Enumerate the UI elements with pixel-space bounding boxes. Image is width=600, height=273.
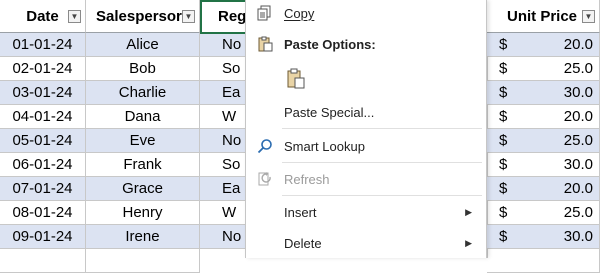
menu-separator bbox=[282, 162, 482, 163]
cell-salesperson[interactable]: Irene bbox=[86, 225, 200, 249]
cell-date[interactable]: 03-01-24 bbox=[0, 81, 86, 105]
cell-salesperson[interactable]: Grace bbox=[86, 177, 200, 201]
cell-salesperson[interactable]: Charlie bbox=[86, 81, 200, 105]
header-date-label: Date bbox=[26, 7, 59, 25]
currency-symbol: $ bbox=[499, 36, 508, 53]
menu-item-delete-label: Delete bbox=[284, 235, 322, 251]
cell-unit-price[interactable]: $20.0 bbox=[487, 33, 600, 57]
currency-symbol: $ bbox=[499, 132, 508, 149]
refresh-icon bbox=[256, 170, 274, 188]
cell-unit-price[interactable]: $20.0 bbox=[487, 177, 600, 201]
cell-unit-price[interactable]: $30.0 bbox=[487, 153, 600, 177]
copy-icon bbox=[256, 4, 274, 22]
currency-symbol: $ bbox=[499, 108, 508, 125]
menu-item-smart-lookup[interactable]: Smart Lookup bbox=[246, 133, 486, 159]
menu-separator bbox=[282, 195, 482, 196]
header-unit-price[interactable]: Unit Price ▼ bbox=[487, 0, 600, 33]
filter-dropdown-icon[interactable]: ▼ bbox=[582, 10, 595, 23]
paste-option-button[interactable] bbox=[246, 62, 486, 96]
cell-salesperson[interactable]: Dana bbox=[86, 105, 200, 129]
price-value: 30.0 bbox=[563, 228, 593, 245]
price-value: 20.0 bbox=[563, 180, 593, 197]
currency-symbol: $ bbox=[499, 204, 508, 221]
currency-symbol: $ bbox=[499, 180, 508, 197]
cell-date[interactable]: 01-01-24 bbox=[0, 33, 86, 57]
menu-section-paste-options: Paste Options: bbox=[246, 31, 486, 57]
cell-salesperson[interactable]: Bob bbox=[86, 57, 200, 81]
price-value: 25.0 bbox=[563, 204, 593, 221]
paste-clipboard-icon bbox=[284, 67, 308, 91]
cell-unit-price[interactable]: $20.0 bbox=[487, 105, 600, 129]
cell-date[interactable]: 08-01-24 bbox=[0, 201, 86, 225]
cell-salesperson[interactable]: Henry bbox=[86, 201, 200, 225]
menu-item-copy[interactable]: Copy bbox=[246, 0, 486, 26]
search-icon bbox=[256, 137, 274, 155]
empty-cell[interactable] bbox=[86, 249, 200, 273]
submenu-arrow-icon: ▶ bbox=[465, 206, 472, 217]
cell-unit-price[interactable]: $30.0 bbox=[487, 81, 600, 105]
paste-icon bbox=[256, 35, 274, 53]
header-region-label: Reg bbox=[218, 7, 247, 25]
cell-salesperson[interactable]: Alice bbox=[86, 33, 200, 57]
menu-item-copy-label: Copy bbox=[284, 5, 315, 21]
cell-unit-price[interactable]: $25.0 bbox=[487, 201, 600, 225]
cell-unit-price[interactable]: $30.0 bbox=[487, 225, 600, 249]
menu-item-insert[interactable]: Insert ▶ bbox=[246, 199, 486, 225]
currency-symbol: $ bbox=[499, 156, 508, 173]
price-value: 25.0 bbox=[563, 60, 593, 77]
cell-date[interactable]: 02-01-24 bbox=[0, 57, 86, 81]
header-salesperson[interactable]: Salespersor ▼ bbox=[86, 0, 200, 33]
price-value: 25.0 bbox=[563, 132, 593, 149]
cell-unit-price[interactable]: $25.0 bbox=[487, 129, 600, 153]
currency-symbol: $ bbox=[499, 228, 508, 245]
currency-symbol: $ bbox=[499, 60, 508, 77]
currency-symbol: $ bbox=[499, 84, 508, 101]
cell-unit-price[interactable]: $25.0 bbox=[487, 57, 600, 81]
menu-item-delete[interactable]: Delete ▶ bbox=[246, 230, 486, 256]
paste-options-label: Paste Options: bbox=[284, 36, 376, 52]
menu-separator bbox=[282, 128, 482, 129]
filter-dropdown-icon[interactable]: ▼ bbox=[68, 10, 81, 23]
column-salesperson: Salespersor ▼ Alice Bob Charlie Dana Eve Fran… bbox=[86, 0, 200, 273]
column-date: Date ▼ 01-01-24 02-01-24 03-01-24 04-01-24 0… bbox=[0, 0, 86, 273]
menu-item-refresh-label: Refresh bbox=[284, 171, 330, 187]
context-menu: Copy Paste Options: Paste Special... Sma… bbox=[245, 0, 487, 258]
cell-date[interactable]: 04-01-24 bbox=[0, 105, 86, 129]
price-value: 30.0 bbox=[563, 156, 593, 173]
menu-item-refresh: Refresh bbox=[246, 166, 486, 192]
header-date[interactable]: Date ▼ bbox=[0, 0, 86, 33]
cell-date[interactable]: 05-01-24 bbox=[0, 129, 86, 153]
cell-date[interactable]: 07-01-24 bbox=[0, 177, 86, 201]
cell-date[interactable]: 09-01-24 bbox=[0, 225, 86, 249]
column-unit-price: Unit Price ▼ $20.0 $25.0 $30.0 $20.0 $25.0 $3… bbox=[487, 0, 600, 273]
cell-salesperson[interactable]: Frank bbox=[86, 153, 200, 177]
empty-cell[interactable] bbox=[487, 249, 600, 273]
header-salesperson-label: Salespersor bbox=[96, 7, 182, 25]
menu-item-insert-label: Insert bbox=[284, 204, 317, 220]
cell-date[interactable]: 06-01-24 bbox=[0, 153, 86, 177]
submenu-arrow-icon: ▶ bbox=[465, 237, 472, 248]
menu-item-paste-special-label: Paste Special... bbox=[284, 104, 375, 120]
header-unit-price-label: Unit Price bbox=[507, 7, 578, 25]
price-value: 30.0 bbox=[563, 84, 593, 101]
price-value: 20.0 bbox=[563, 36, 593, 53]
cell-salesperson[interactable]: Eve bbox=[86, 129, 200, 153]
menu-item-paste-special[interactable]: Paste Special... bbox=[246, 99, 486, 125]
menu-item-smart-lookup-label: Smart Lookup bbox=[284, 138, 365, 154]
empty-cell[interactable] bbox=[0, 249, 86, 273]
filter-dropdown-icon[interactable]: ▼ bbox=[182, 10, 195, 23]
price-value: 20.0 bbox=[563, 108, 593, 125]
